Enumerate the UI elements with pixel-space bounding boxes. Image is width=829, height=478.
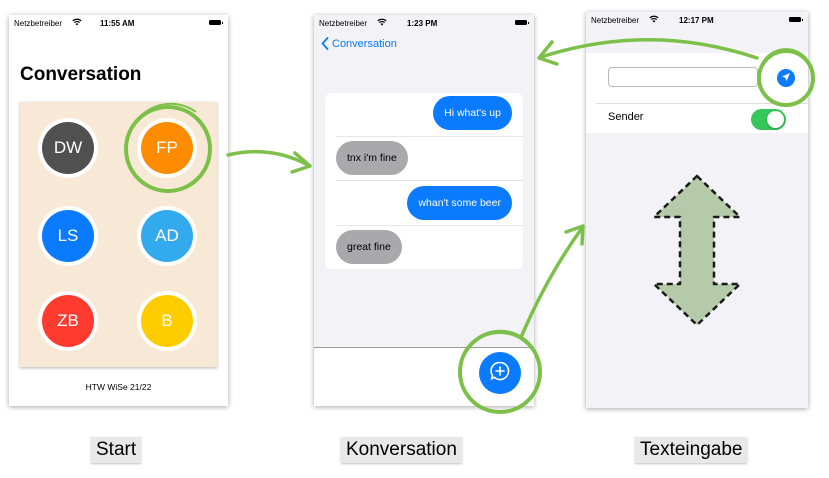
flow-arrow <box>537 38 759 66</box>
caption-input: Texteingabe <box>635 437 748 463</box>
annotation-overlay <box>124 38 815 414</box>
double-arrow-icon <box>652 174 742 327</box>
highlight-circle <box>458 329 542 414</box>
caption-conversation: Konversation <box>341 437 462 463</box>
flow-arrow <box>226 149 312 174</box>
flow-arrow <box>520 224 585 337</box>
caption-start: Start <box>91 437 142 463</box>
highlight-circle <box>124 102 212 193</box>
highlight-circle <box>757 48 815 107</box>
